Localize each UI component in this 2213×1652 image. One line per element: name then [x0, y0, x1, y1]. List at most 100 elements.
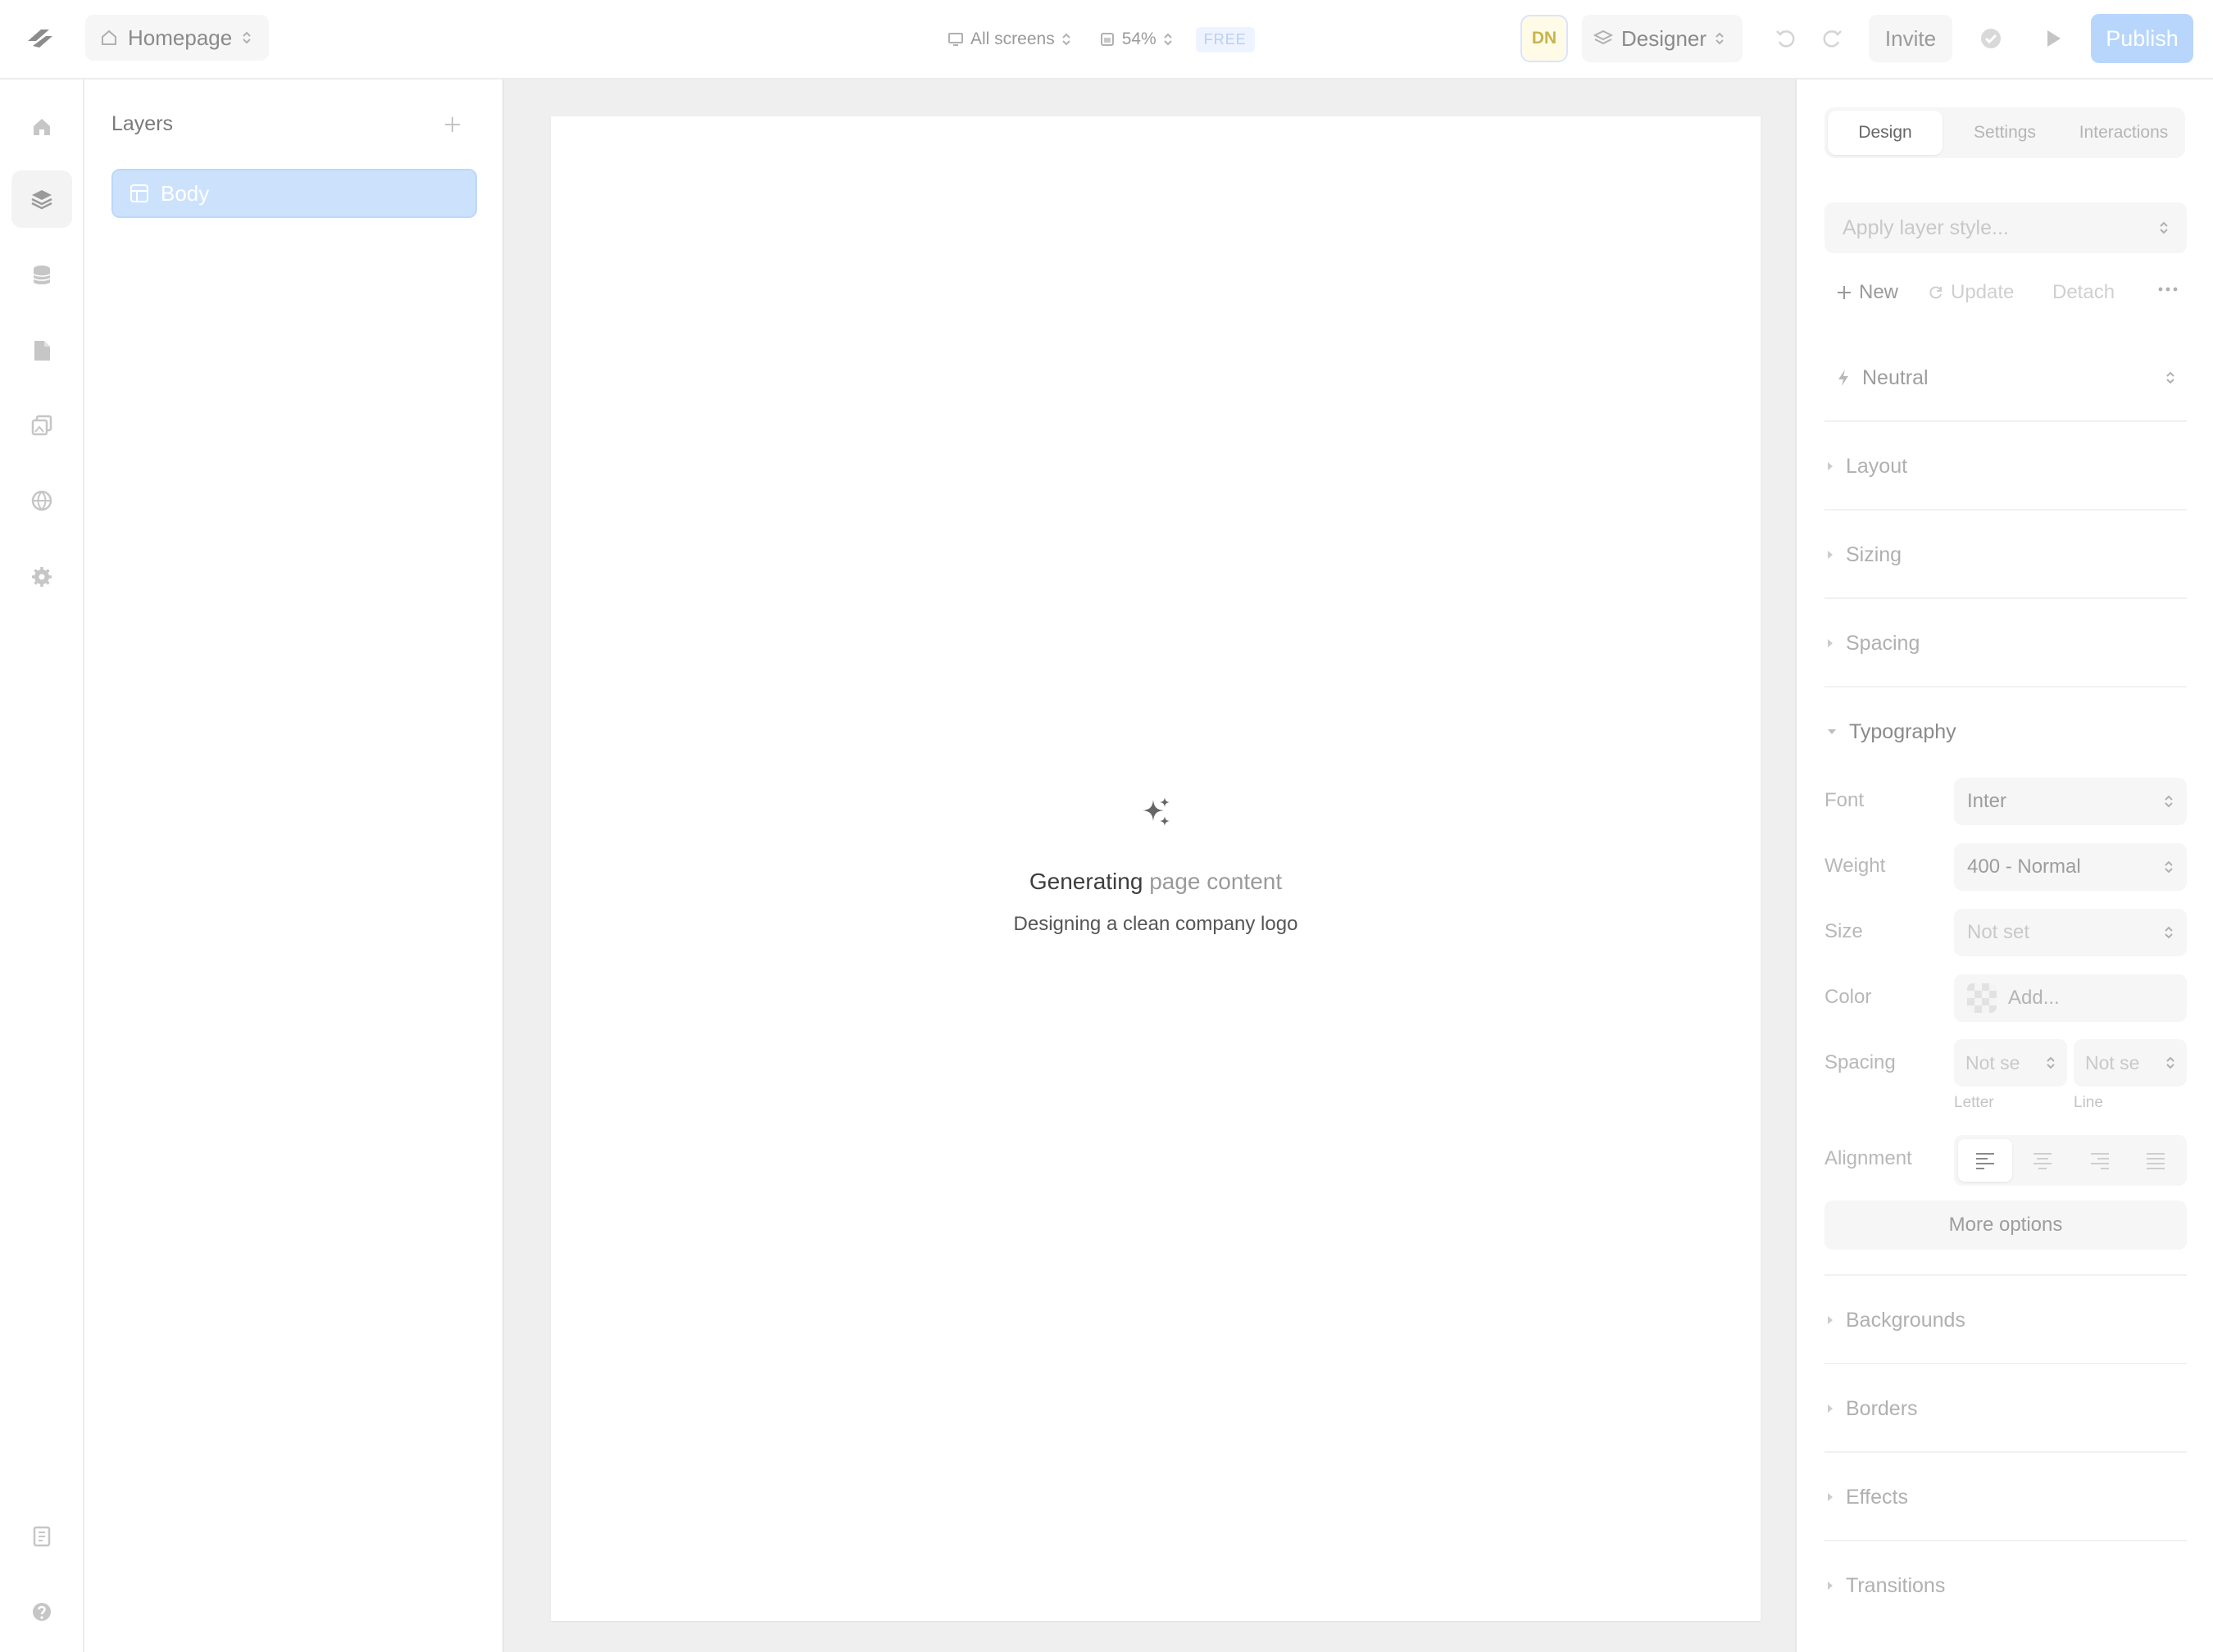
- section-layout[interactable]: Layout: [1826, 450, 2187, 483]
- size-select[interactable]: Not set: [1954, 909, 2187, 956]
- divider: [1824, 597, 2187, 599]
- plan-badge[interactable]: FREE: [1195, 26, 1255, 52]
- layer-item-body[interactable]: Body: [111, 169, 477, 218]
- letter-caption: Letter: [1954, 1094, 1994, 1111]
- font-select[interactable]: Inter: [1954, 778, 2187, 825]
- artboard[interactable]: Generating page content Designing a clea…: [551, 116, 1761, 1621]
- monitor-icon: [948, 33, 963, 46]
- detach-style-label: Detach: [2052, 281, 2115, 303]
- section-layout-label: Layout: [1846, 454, 1908, 478]
- section-transitions-label: Transitions: [1846, 1573, 1946, 1597]
- chevron-updown-icon: [243, 31, 251, 44]
- home-icon[interactable]: [27, 112, 57, 142]
- chevron-updown-icon: [2166, 371, 2174, 384]
- divider: [1824, 686, 2187, 688]
- divider: [1824, 1363, 2187, 1364]
- globe-icon[interactable]: [27, 486, 57, 515]
- screens-selector[interactable]: All screens: [947, 30, 1071, 49]
- letter-spacing-select[interactable]: Not se: [1954, 1039, 2067, 1087]
- assets-icon[interactable]: [27, 411, 57, 440]
- layer-style-actions: New Update Detach: [1836, 281, 2188, 311]
- divider: [1824, 420, 2187, 422]
- tab-design[interactable]: Design: [1828, 111, 1943, 155]
- section-typography-label: Typography: [1849, 719, 1956, 743]
- status-title-strong: Generating: [1029, 869, 1143, 894]
- align-right-icon[interactable]: [2073, 1139, 2127, 1182]
- chevron-updown-icon: [1164, 33, 1172, 46]
- section-spacing-label: Spacing: [1846, 631, 1920, 655]
- chevron-updown-icon: [2165, 926, 2173, 939]
- docs-book-icon[interactable]: [27, 1522, 57, 1551]
- caret-right-icon: [1828, 551, 1833, 559]
- publish-button[interactable]: Publish: [2091, 14, 2193, 63]
- align-center-icon[interactable]: [2015, 1139, 2070, 1182]
- detach-style-button[interactable]: Detach: [2052, 281, 2115, 304]
- section-sizing-label: Sizing: [1846, 542, 1902, 566]
- line-height-select[interactable]: Not se: [2074, 1039, 2187, 1087]
- status-title-faded: page content: [1149, 869, 1283, 894]
- undo-icon[interactable]: [1772, 25, 1798, 51]
- section-typography[interactable]: Typography: [1826, 715, 2187, 748]
- database-icon[interactable]: [27, 261, 57, 290]
- redo-icon[interactable]: [1820, 25, 1846, 51]
- font-value: Inter: [1967, 790, 2007, 812]
- section-borders[interactable]: Borders: [1826, 1392, 2187, 1425]
- gear-icon[interactable]: [27, 562, 57, 592]
- variant-select[interactable]: Neutral: [1824, 356, 2187, 399]
- user-avatar[interactable]: DN: [1520, 15, 1568, 62]
- section-sizing[interactable]: Sizing: [1826, 538, 2187, 571]
- app-logo-icon[interactable]: [25, 25, 56, 54]
- new-style-button[interactable]: New: [1836, 281, 1898, 304]
- play-preview-icon[interactable]: [2043, 27, 2064, 50]
- new-style-label: New: [1859, 281, 1899, 303]
- weight-select[interactable]: 400 - Normal: [1954, 843, 2187, 891]
- section-spacing[interactable]: Spacing: [1826, 627, 2187, 660]
- role-selector[interactable]: Designer: [1582, 15, 1743, 62]
- align-justify-icon[interactable]: [2129, 1139, 2183, 1182]
- zoom-selector[interactable]: 54%: [1099, 30, 1173, 49]
- section-backgrounds-label: Backgrounds: [1846, 1308, 1965, 1332]
- page-name: Homepage: [128, 25, 233, 50]
- section-transitions[interactable]: Transitions: [1826, 1569, 2187, 1602]
- chevron-updown-icon: [2165, 860, 2173, 874]
- layers-icon[interactable]: [27, 184, 57, 214]
- layers-title: Layers: [111, 112, 174, 135]
- view-controls: All screens 54% FREE: [947, 23, 1255, 56]
- properties-panel: Design Settings Interactions Apply layer…: [1795, 79, 2213, 1652]
- document-icon[interactable]: [27, 336, 57, 365]
- tab-interactions[interactable]: Interactions: [2065, 111, 2182, 155]
- canvas-area[interactable]: Generating page content Designing a clea…: [504, 79, 1795, 1652]
- more-options-button[interactable]: More options: [1824, 1200, 2187, 1250]
- tab-settings[interactable]: Settings: [1947, 111, 2062, 155]
- help-icon[interactable]: [27, 1597, 57, 1627]
- layer-style-select[interactable]: Apply layer style...: [1824, 202, 2187, 253]
- layers-panel: Layers Body: [84, 79, 504, 1652]
- check-circle-icon[interactable]: [1979, 26, 2003, 51]
- section-backgrounds[interactable]: Backgrounds: [1826, 1304, 2187, 1337]
- size-value: Not set: [1967, 921, 2030, 943]
- size-label: Size: [1824, 920, 1863, 942]
- page-selector[interactable]: Homepage: [85, 15, 269, 61]
- screens-label: All screens: [970, 30, 1055, 48]
- refresh-icon: [1929, 286, 1942, 299]
- divider: [1824, 1451, 2187, 1453]
- invite-button[interactable]: Invite: [1869, 15, 1952, 62]
- line-caption: Line: [2074, 1094, 2103, 1111]
- color-picker[interactable]: Add...: [1954, 974, 2187, 1022]
- update-style-button[interactable]: Update: [1928, 281, 2014, 304]
- align-left-icon[interactable]: [1958, 1139, 2012, 1182]
- caret-right-icon: [1828, 639, 1833, 647]
- font-label: Font: [1824, 789, 1865, 811]
- divider: [1824, 509, 2187, 511]
- text-spacing-label: Spacing: [1824, 1051, 1896, 1073]
- caret-right-icon: [1828, 1316, 1833, 1324]
- section-effects[interactable]: Effects: [1826, 1481, 2187, 1514]
- chevron-updown-icon: [2047, 1056, 2055, 1069]
- add-layer-icon[interactable]: [437, 109, 468, 140]
- section-borders-label: Borders: [1846, 1396, 1918, 1420]
- caret-down-icon: [1828, 729, 1836, 734]
- weight-value: 400 - Normal: [1967, 856, 2081, 878]
- more-icon[interactable]: [2157, 286, 2179, 293]
- caret-right-icon: [1828, 1493, 1833, 1501]
- layer-style-placeholder: Apply layer style...: [1843, 216, 2009, 239]
